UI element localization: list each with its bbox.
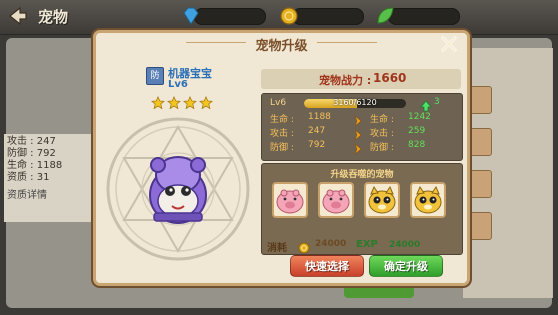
stat-next: 828 <box>408 140 426 150</box>
level-up-arrow-icon <box>420 97 432 112</box>
resource-bar <box>388 8 460 25</box>
dialog-title: 宠物升级 <box>255 39 308 54</box>
feed-pet-slot[interactable] <box>272 182 308 218</box>
pet-type-badge: 防 <box>146 67 164 85</box>
resource-bar <box>194 8 266 25</box>
cat-pet-icon <box>414 185 442 214</box>
feed-pet-slot[interactable] <box>318 182 354 218</box>
chevron-right-icon <box>352 126 364 141</box>
stat-hp: 生命 : 1188 <box>7 160 63 171</box>
stat-current: 792 <box>308 140 326 150</box>
confirm-upgrade-button[interactable]: 确定升级 <box>369 255 443 277</box>
power-label: 宠物战力 : <box>319 74 372 87</box>
close-icon[interactable] <box>439 34 459 54</box>
stat-label: 生命 : <box>270 115 294 125</box>
stat-next: 259 <box>408 126 426 136</box>
exp-label: EXP <box>356 239 378 250</box>
level-gain: 3 <box>434 97 440 107</box>
stat-defense: 防御 : 792 <box>7 148 56 159</box>
pet-list-slot[interactable] <box>468 212 492 240</box>
cat-pet-icon <box>368 185 396 214</box>
star-icon <box>182 95 198 110</box>
stat-next: 1242 <box>408 112 431 122</box>
exp-progress-text: 3160/6120 <box>333 98 377 107</box>
feed-pet-slot[interactable] <box>364 182 400 218</box>
gold-coin-icon <box>280 7 298 25</box>
stat-label: 攻击 : <box>270 129 294 139</box>
pet-upgrade-dialog: 宠物升级 防 机器宝宝 Lv6 宠物战力 : 1660 Lv6 3160/612… <box>93 30 470 286</box>
stat-aptitude: 资质 : 31 <box>7 172 50 183</box>
back-arrow-icon[interactable] <box>6 5 28 27</box>
stat-label: 生命 : <box>370 115 394 125</box>
chevron-right-icon <box>352 140 364 155</box>
star-icon <box>150 95 166 110</box>
leaf-resource <box>374 5 464 27</box>
stat-row-hp: 生命 : 1188 生命 : 1242 <box>262 112 462 127</box>
diamond-icon <box>183 7 199 25</box>
pet-level: Lv6 <box>168 79 188 90</box>
screen-title: 宠物 <box>38 8 69 26</box>
exp-value: 24000 <box>389 240 421 250</box>
diamond-resource <box>180 5 270 27</box>
stat-label: 防御 : <box>370 143 394 153</box>
stat-row-attack: 攻击 : 247 攻击 : 259 <box>262 126 462 141</box>
stat-label: 防御 : <box>270 143 294 153</box>
aptitude-detail-link[interactable]: 资质详情 <box>7 190 89 202</box>
quick-select-button[interactable]: 快速选择 <box>290 255 364 277</box>
pig-pet-icon <box>322 189 350 214</box>
stat-current: 1188 <box>308 112 331 122</box>
cost-label: 消耗 <box>267 243 287 254</box>
gold-resource <box>278 5 368 27</box>
stat-row-defense: 防御 : 792 防御 : 828 <box>262 140 462 155</box>
resource-bar <box>292 8 364 25</box>
upgrade-panel: 宠物战力 : 1660 Lv6 3160/6120 3 生命 : 1188 生命… <box>261 63 463 277</box>
gold-coin-icon <box>298 239 310 254</box>
cost-value: 24000 <box>315 239 347 249</box>
pig-pet-icon <box>276 189 304 214</box>
star-icon <box>198 95 214 110</box>
star-icon <box>166 95 182 110</box>
pet-list-slot[interactable] <box>468 128 492 156</box>
pet-list-slot[interactable] <box>468 170 492 198</box>
pet-star-rating <box>150 95 215 110</box>
stat-comparison-box: Lv6 3160/6120 3 生命 : 1188 生命 : 1242 攻击 :… <box>261 93 463 161</box>
feed-pet-slot[interactable] <box>410 182 446 218</box>
feed-title: 升级吞噬的宠物 <box>330 170 394 180</box>
background-pet-stats: 攻击 : 247 防御 : 792 生命 : 1188 资质 : 31 资质详情 <box>4 134 92 222</box>
stat-current: 247 <box>308 126 326 136</box>
stat-label: 攻击 : <box>370 129 394 139</box>
power-value: 1660 <box>373 71 407 85</box>
current-level: Lv6 <box>270 98 287 108</box>
chevron-right-icon <box>352 112 364 127</box>
robot-pet-icon <box>149 156 207 224</box>
leaf-icon <box>377 7 394 24</box>
pet-list-slot[interactable] <box>468 86 492 114</box>
stat-attack: 攻击 : 247 <box>7 136 56 147</box>
